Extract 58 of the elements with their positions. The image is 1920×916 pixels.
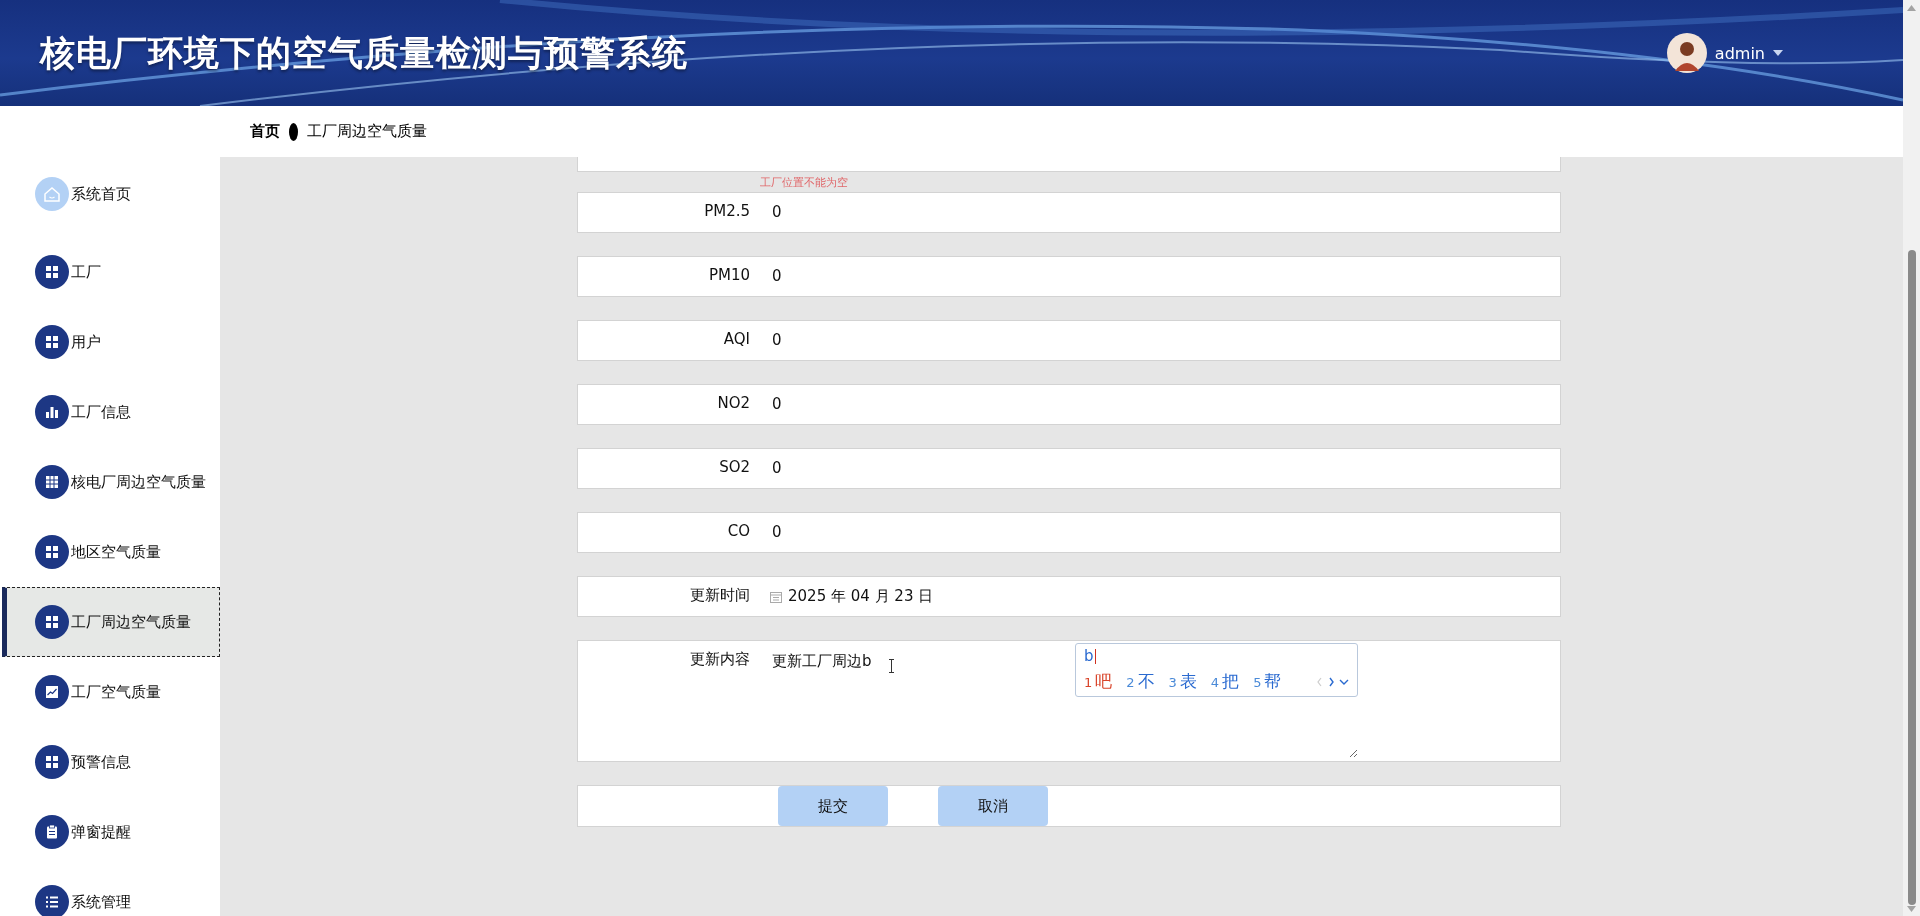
separator-icon — [289, 122, 298, 141]
field-label: SO2 — [718, 457, 750, 476]
sidebar-item[interactable]: 工厂信息 — [0, 377, 220, 447]
bar-chart-icon — [35, 395, 69, 429]
caret-icon[interactable] — [1773, 50, 1783, 56]
grid-icon — [35, 745, 69, 779]
breadcrumb-link[interactable]: 首页 — [250, 122, 280, 141]
field-value[interactable]: 0 — [772, 331, 782, 349]
sidebar-item[interactable]: 用户 — [0, 307, 220, 377]
field-label: NO2 — [716, 393, 750, 412]
sidebar-item[interactable]: 预警信息 — [0, 727, 220, 797]
field-label: 更新时间 — [689, 585, 750, 605]
sidebar-item[interactable]: 地区空气质量 — [0, 517, 220, 587]
composition-text: b — [1084, 647, 1094, 665]
app-title: 核电厂环境下的空气质量检测与预警系统 — [40, 31, 688, 75]
field-value[interactable]: 0 — [772, 203, 782, 221]
date-field[interactable]: 2025 年 04 月 23 日 — [788, 587, 934, 606]
line-chart-icon — [35, 675, 69, 709]
grid-icon — [35, 535, 69, 569]
scrollbar[interactable] — [1903, 0, 1920, 916]
clipboard-icon — [35, 815, 69, 849]
ime-candidate[interactable]: 2 不 — [1126, 670, 1155, 693]
avatar-icon[interactable] — [1666, 33, 1707, 73]
field-label: PM2.5 — [703, 201, 750, 220]
field-value[interactable]: 0 — [772, 267, 782, 285]
error-message: 工厂位置不能为空 — [759, 175, 849, 191]
breadcrumb-link[interactable]: 工厂周边空气质量 — [307, 122, 427, 141]
action-button[interactable]: 取消 — [938, 786, 1048, 826]
table-icon — [35, 465, 69, 499]
calendar-icon[interactable] — [770, 590, 782, 603]
field-label: PM10 — [707, 265, 750, 284]
action-button[interactable]: 提交 — [778, 786, 888, 826]
grid-icon — [35, 325, 69, 359]
sidebar-item[interactable]: 系统首页 — [0, 151, 220, 237]
grid-icon — [35, 255, 69, 289]
text-cursor-icon — [888, 659, 895, 673]
field-label: AQI — [722, 329, 750, 348]
scroll-up-icon[interactable] — [1907, 5, 1916, 11]
field-value[interactable]: 0 — [772, 459, 782, 477]
ime-candidate[interactable]: 3 表 — [1168, 670, 1197, 693]
field-label: CO — [726, 521, 750, 540]
field-label: 更新内容 — [689, 649, 750, 669]
home-icon — [35, 177, 69, 211]
username[interactable]: admin — [1714, 43, 1765, 63]
sidebar-item[interactable]: 核电厂周边空气质量 — [0, 447, 220, 517]
scrollbar-thumb[interactable] — [1908, 250, 1916, 905]
sidebar-item[interactable]: 工厂周边空气质量 — [2, 587, 220, 657]
ime-candidate[interactable]: 4 把 — [1210, 670, 1240, 693]
ime-candidate[interactable]: 5 帮 — [1253, 670, 1282, 693]
grid-icon — [35, 605, 69, 639]
sidebar-item[interactable]: 工厂空气质量 — [0, 657, 220, 727]
ime-candidate[interactable]: 1 吧 — [1084, 670, 1113, 693]
sidebar-item[interactable]: 弹窗提醒 — [0, 797, 220, 867]
field-value[interactable]: 0 — [772, 395, 782, 413]
sidebar-item[interactable]: 系统管理 — [0, 867, 220, 916]
field-value[interactable]: 0 — [772, 523, 782, 541]
sidebar-item[interactable]: 工厂 — [0, 237, 220, 307]
text-caret-icon — [1094, 648, 1097, 664]
